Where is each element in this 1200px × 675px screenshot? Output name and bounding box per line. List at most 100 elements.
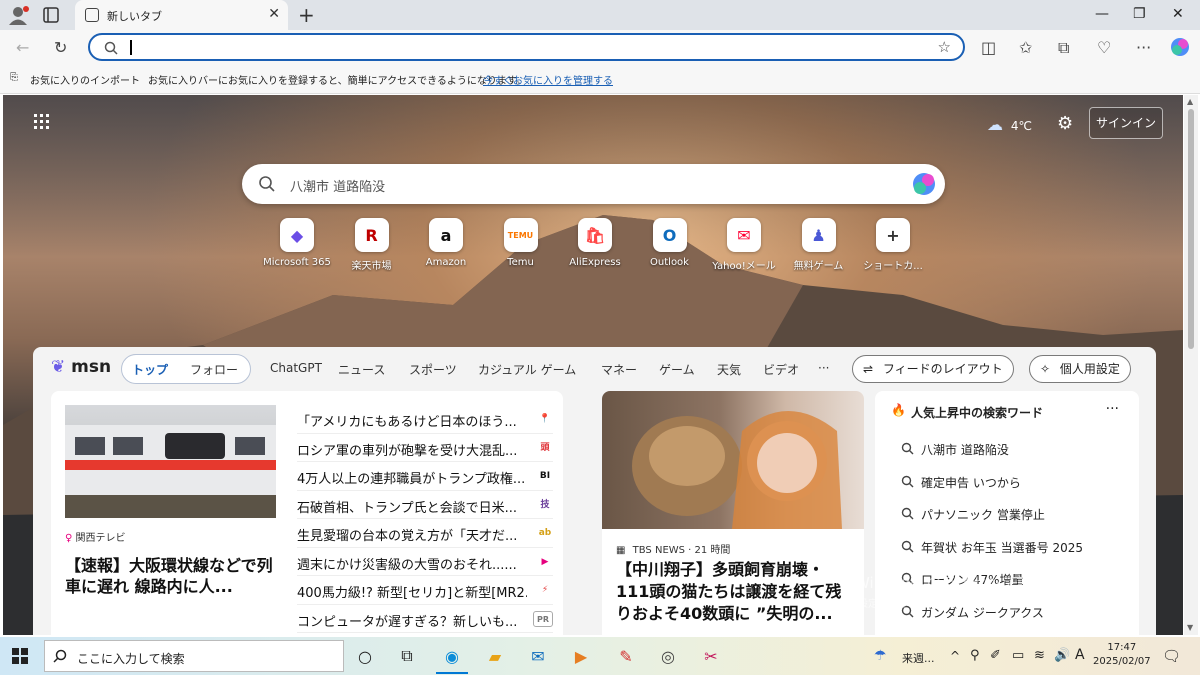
video-headline[interactable]: 【中川翔子】多頭飼育崩壊・111頭の猫たちは譲渡を経て残りおよそ40数頭に ”失… [616, 559, 854, 625]
personalize-button[interactable]: ✧ 個人用設定 [1029, 355, 1131, 383]
address-bar[interactable]: ☆ [88, 33, 965, 61]
quick-link-3[interactable]: TEMU Temu [483, 218, 559, 268]
quick-link-6[interactable]: ✉ Yahoo!メール [706, 218, 782, 272]
windows-start-icon[interactable] [12, 648, 28, 664]
app-launcher-icon[interactable] [33, 113, 51, 131]
weather-widget[interactable]: ☁ 4℃ [987, 115, 1032, 134]
scroll-up-icon[interactable]: ▲ [1187, 97, 1193, 106]
web-search-box[interactable]: 八潮市 道路陥没 [242, 164, 945, 204]
headline-row[interactable]: 週末にかけ災害級の大雪のおそれ...... ▶ [297, 548, 553, 576]
more-menu-icon[interactable]: ··· [1136, 38, 1151, 57]
nav-video[interactable]: ビデオ [763, 361, 799, 378]
nav-weather[interactable]: 天気 [717, 361, 741, 378]
mail-icon[interactable]: ✉ [524, 642, 552, 670]
msn-logo[interactable]: ❦ msn [51, 357, 111, 377]
copilot-search-icon[interactable] [911, 171, 937, 197]
taskbar-search[interactable]: ここに入力して検索 [44, 640, 344, 672]
cortana-icon[interactable]: ○ [351, 642, 379, 670]
quick-link-8[interactable]: + ショートカ... [855, 218, 931, 272]
wifi-icon[interactable]: ≋ [1034, 648, 1045, 663]
scroll-thumb[interactable] [1188, 109, 1194, 349]
task-view-icon[interactable]: ⧉ [393, 642, 421, 670]
volume-icon[interactable]: 🔊 [1054, 648, 1070, 663]
weather-tray-text[interactable]: 来週... [902, 650, 935, 666]
favorites-icon[interactable]: ✩ [1019, 38, 1032, 57]
minimize-icon[interactable]: — [1095, 6, 1109, 22]
new-tab-button[interactable]: + [298, 3, 315, 27]
browser-essentials-icon[interactable]: ♡ [1097, 38, 1111, 57]
collections-icon[interactable]: ⧉ [1058, 38, 1069, 58]
settings-gear-icon[interactable]: ⚙ [1057, 113, 1073, 134]
story-headline[interactable]: 【速報】大阪環状線などで列車に遅れ 線路内に人... [65, 555, 281, 597]
battery-icon[interactable]: ▭ [1012, 648, 1024, 663]
favorite-star-icon[interactable]: ☆ [938, 38, 951, 56]
headline-row[interactable]: コンピュータが遅すぎる？新しいも... PR [297, 605, 553, 633]
quick-link-4[interactable]: 🛍 AliExpress [557, 218, 633, 268]
edge-icon[interactable]: ◉ [438, 642, 466, 670]
trending-item[interactable]: 八潮市 道路陥没 [875, 439, 1135, 459]
split-screen-icon[interactable]: ◫ [981, 38, 996, 57]
trending-item[interactable]: パナソニック 営業停止 [875, 504, 1135, 524]
publisher-badge-icon: 技 [540, 499, 550, 510]
back-icon[interactable]: ← [16, 38, 29, 57]
quick-link-2[interactable]: a Amazon [408, 218, 484, 268]
nav-news[interactable]: ニュース [338, 361, 385, 378]
nav-money[interactable]: マネー [601, 361, 637, 378]
import-favorites-link[interactable]: お気に入りのインポート [30, 72, 140, 87]
close-tab-icon[interactable]: ✕ [268, 6, 280, 22]
nav-more[interactable]: ··· [818, 361, 829, 375]
page-scrollbar[interactable]: ▲ ▼ [1184, 95, 1198, 635]
quick-link-label: Outlook [650, 257, 689, 268]
profile-icon[interactable] [8, 5, 30, 25]
source-logo-icon: ♀ [65, 533, 73, 544]
network-tray-icon[interactable]: ⚲ [970, 648, 980, 663]
nav-casual-games[interactable]: カジュアル ゲーム [478, 361, 576, 378]
tab-new-tab[interactable]: 新しいタブ ✕ [75, 0, 288, 30]
train-photo[interactable] [65, 405, 276, 518]
nav-sports[interactable]: スポーツ [409, 361, 457, 378]
manage-favorites-link[interactable]: 今すぐお気に入りを管理する [483, 72, 613, 87]
headline-row[interactable]: 400馬力級!? 新型[セリカ]と新型[MR2... ⚡ [297, 576, 553, 605]
pen-tray-icon[interactable]: ✐ [990, 648, 1001, 663]
nav-games[interactable]: ゲーム [659, 361, 695, 378]
trending-item[interactable]: 確定申告 いつから [875, 472, 1135, 492]
feed-layout-button[interactable]: ⇌ フィードのレイアウト [852, 355, 1014, 383]
headline-row[interactable]: ロシア軍の車列が砲撃を受け大混乱... 頭 [297, 434, 553, 462]
headline-row[interactable]: 4万人以上の連邦職員がトランプ政権... BI [297, 462, 553, 491]
video-story-card[interactable]: ▦ TBS NEWS · 21 時間 【中川翔子】多頭飼育崩壊・111頭の猫たち… [602, 391, 864, 635]
scroll-down-icon[interactable]: ▼ [1187, 623, 1193, 632]
quick-link-1[interactable]: R 楽天市場 [334, 218, 410, 272]
trending-item[interactable]: 年賀状 お年玉 当選番号 2025 [875, 537, 1135, 557]
restore-icon[interactable]: ❐ [1133, 6, 1146, 22]
chrome-icon[interactable]: ◎ [654, 642, 682, 670]
refresh-icon[interactable]: ↻ [54, 38, 67, 57]
quick-link-0[interactable]: ◆ Microsoft 365 [259, 218, 335, 268]
headline-row[interactable]: 生見愛瑠の台本の覚え方が「天才だ... ab [297, 519, 553, 548]
headline-row[interactable]: 石破首相、トランプ氏と会談で日米... 技 [297, 491, 553, 519]
signin-button[interactable]: サインイン [1089, 107, 1163, 139]
snipping-tool-icon[interactable]: ✂ [697, 642, 725, 670]
nav-chatgpt[interactable]: ChatGPT [270, 361, 322, 375]
tab-actions-icon[interactable] [42, 6, 60, 24]
close-window-icon[interactable]: ✕ [1172, 6, 1184, 22]
media-player-icon[interactable]: ▶ [567, 642, 595, 670]
tab-top[interactable]: トップ [132, 361, 168, 378]
tab-follow[interactable]: フォロー [190, 361, 238, 378]
trending-more-icon[interactable]: ··· [1106, 401, 1119, 417]
tray-expand-icon[interactable]: ^ [950, 649, 960, 663]
text-caret [130, 40, 132, 55]
publisher-badge-icon: ⚡ [541, 585, 549, 595]
notification-icon[interactable]: 🗨 [1162, 647, 1181, 665]
file-explorer-icon[interactable]: ▰ [481, 642, 509, 670]
pinned-app-icon[interactable]: ✎ [612, 642, 640, 670]
weather-tray-icon[interactable]: ☂ [874, 648, 887, 664]
quick-link-5[interactable]: O Outlook [632, 218, 708, 268]
quick-link-label: Yahoo!メール [712, 261, 776, 272]
ime-indicator[interactable]: A [1075, 647, 1085, 663]
quick-link-7[interactable]: ♟ 無料ゲーム [781, 218, 857, 272]
headline-text: 石破首相、トランプ氏と会談で日米... [297, 500, 518, 516]
headline-row[interactable]: 「アメリカにもあるけど日本のほう... 📍 [297, 405, 553, 434]
copilot-icon[interactable] [1170, 37, 1190, 57]
import-favorites-icon[interactable]: ⎘ [10, 72, 18, 83]
clock[interactable]: 17:47 2025/02/07 [1093, 641, 1151, 669]
